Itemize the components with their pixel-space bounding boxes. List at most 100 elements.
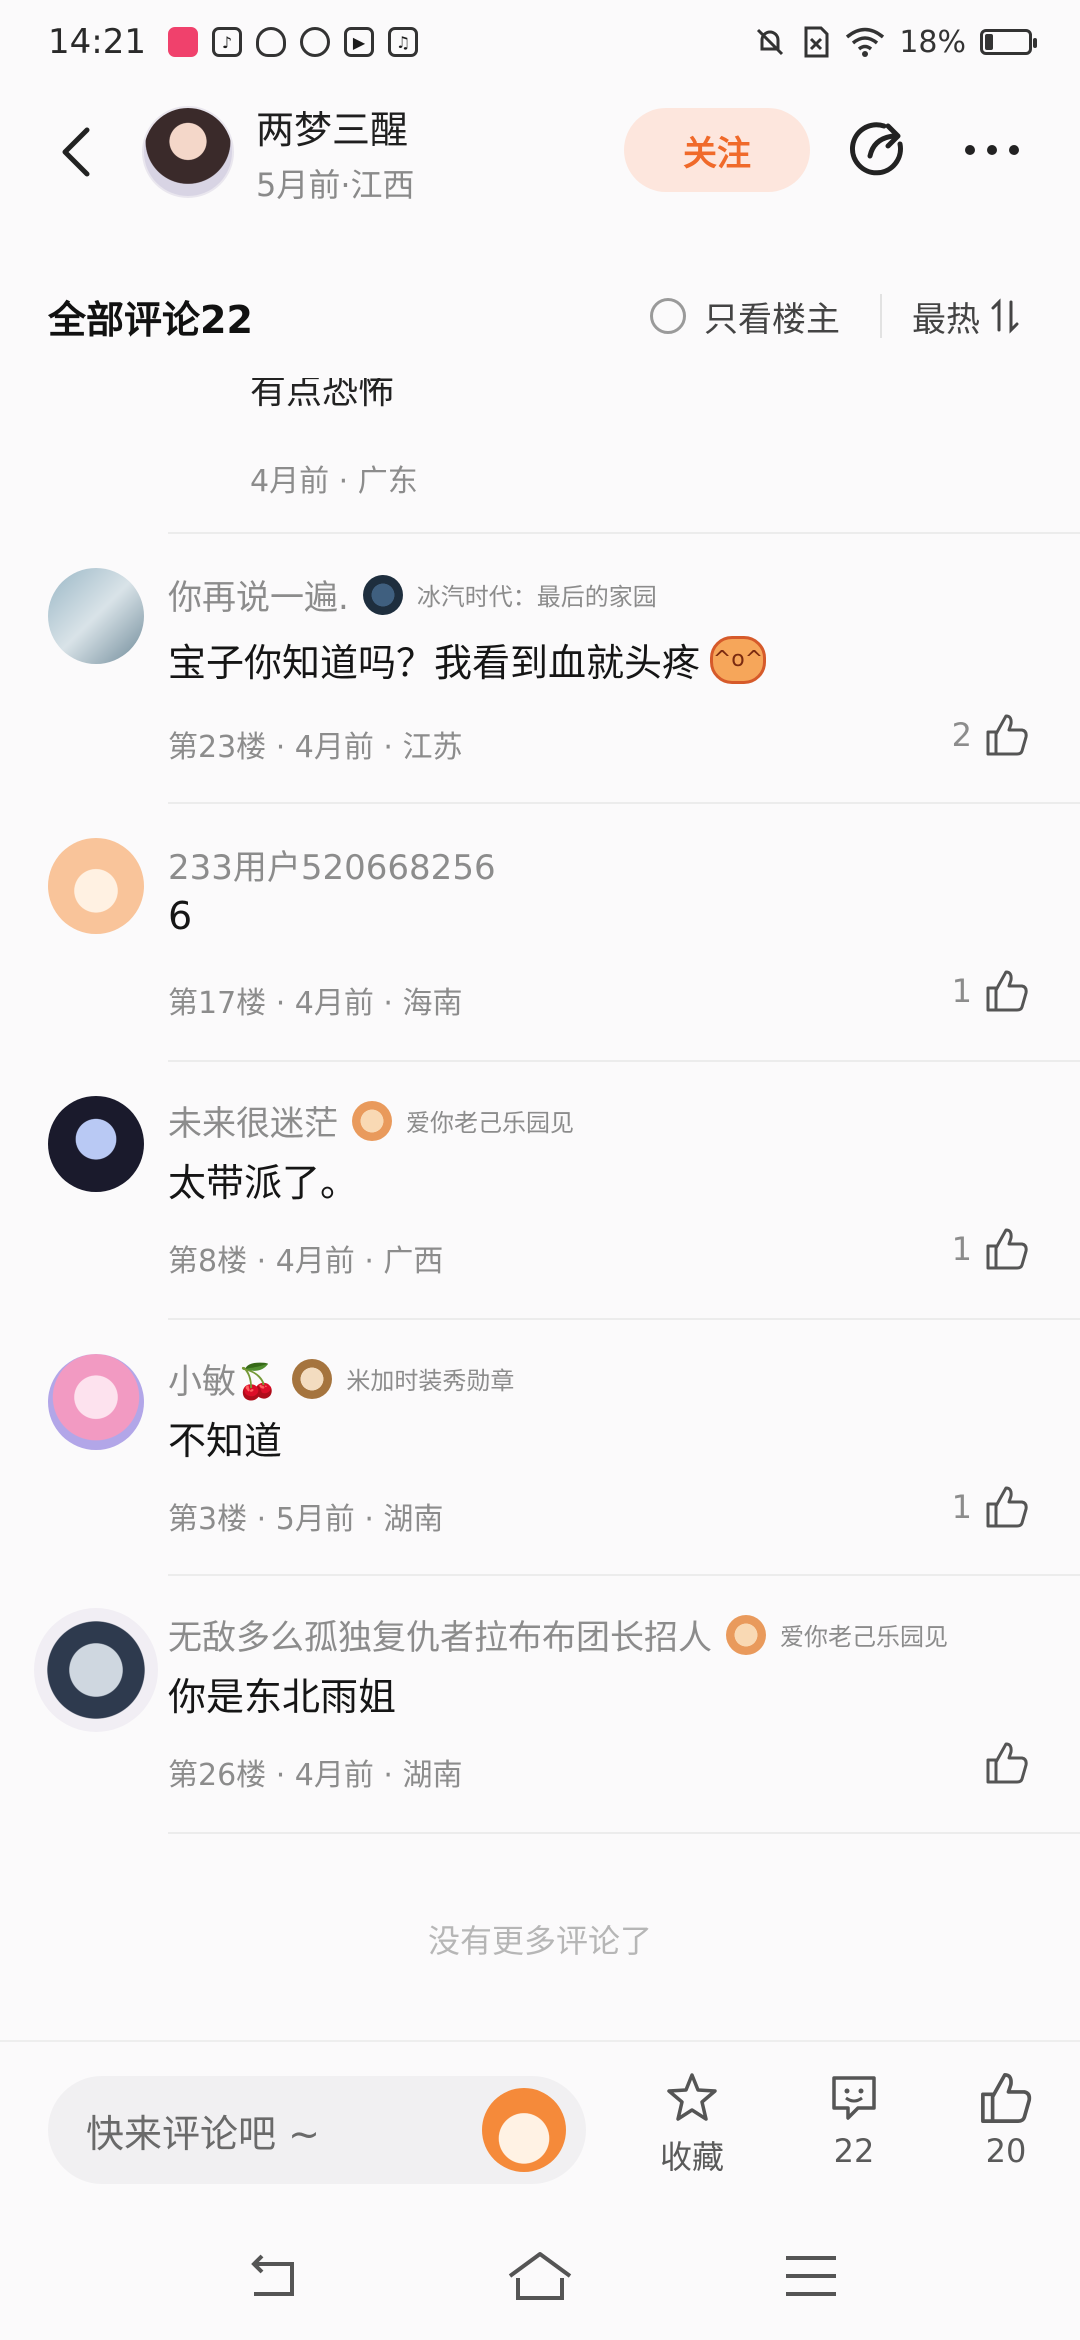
previous-comment-meta: 4月前 · 广东 bbox=[250, 464, 418, 499]
thumbs-up-icon bbox=[986, 970, 1028, 1012]
comment-input[interactable]: 快来评论吧 ~ bbox=[48, 2076, 586, 2184]
comment-text: 宝子你知道吗？我看到血就头疼 bbox=[168, 641, 701, 685]
like-button[interactable]: 1 bbox=[952, 1484, 1030, 1530]
comment-badge: 冰汽时代：最后的家园 bbox=[416, 583, 657, 611]
comment-meta: 第3楼 · 5月前 · 湖南 bbox=[168, 1502, 444, 1537]
like-count: 1 bbox=[951, 1488, 972, 1526]
wifi-icon bbox=[846, 27, 885, 57]
sort-icon bbox=[991, 298, 1019, 334]
like-count: 20 bbox=[985, 2132, 1027, 2170]
link-icon bbox=[299, 27, 330, 57]
music-icon: ♫ bbox=[387, 27, 418, 57]
sort-label: 最热 bbox=[912, 299, 980, 340]
comment-count: 22 bbox=[833, 2132, 875, 2170]
comment-text: 你是东北雨姐 bbox=[168, 1675, 397, 1719]
like-button[interactable]: 1 bbox=[952, 968, 1030, 1014]
divider bbox=[168, 1574, 1080, 1576]
thumbs-up-icon bbox=[986, 714, 1028, 756]
no-more-comments: 没有更多评论了 bbox=[427, 1922, 652, 1960]
comment-username[interactable]: 未来很迷茫 bbox=[168, 1096, 338, 1145]
mascot-emoji-icon[interactable] bbox=[482, 2088, 566, 2172]
system-nav-bar bbox=[0, 2220, 1080, 2340]
qq-icon bbox=[255, 27, 286, 57]
dot bbox=[965, 145, 975, 155]
radio-icon[interactable] bbox=[650, 298, 686, 334]
user-avatar[interactable] bbox=[48, 568, 144, 664]
bottom-action-bar: 快来评论吧 ~ 收藏 22 20 bbox=[0, 2040, 1080, 2220]
author-meta: 5月前·江西 bbox=[256, 165, 415, 204]
author-avatar[interactable] bbox=[142, 106, 234, 198]
user-avatar[interactable] bbox=[34, 1608, 158, 1732]
comments-button[interactable]: 22 bbox=[794, 2070, 914, 2170]
no-sim-icon bbox=[804, 26, 829, 58]
comment-user-row: 233用户520668256 bbox=[168, 840, 496, 889]
favorite-label: 收藏 bbox=[659, 2138, 724, 2176]
previous-comment-text: 有点恐怖 bbox=[250, 378, 395, 412]
star-icon bbox=[667, 2073, 717, 2121]
back-button[interactable] bbox=[42, 117, 112, 187]
status-right: 18% bbox=[753, 24, 1037, 60]
comment-meta: 第23楼 · 4月前 · 江苏 bbox=[168, 730, 463, 765]
kuaishou-icon bbox=[167, 27, 198, 57]
sort-button[interactable]: 最热 bbox=[912, 292, 1020, 341]
comment-username[interactable]: 小敏🍒 bbox=[168, 1354, 278, 1403]
divider bbox=[168, 1832, 1080, 1834]
comment-text-row: 不知道 bbox=[168, 1410, 282, 1465]
comments-header: 全部评论22 只看楼主 最热 bbox=[0, 276, 1080, 356]
comment-text: 6 bbox=[168, 894, 193, 938]
user-avatar[interactable] bbox=[48, 1354, 144, 1450]
comment-badge: 爱你老己乐园见 bbox=[406, 1109, 574, 1137]
nav-back-button[interactable] bbox=[232, 2242, 312, 2312]
comment-badge: 米加时装秀勋章 bbox=[346, 1367, 515, 1395]
comments-title: 全部评论22 bbox=[48, 297, 253, 342]
comment-username[interactable]: 你再说一遍. bbox=[168, 570, 349, 619]
comment-input-placeholder: 快来评论吧 ~ bbox=[86, 2111, 320, 2156]
home-icon bbox=[508, 2252, 572, 2300]
favorite-button[interactable]: 收藏 bbox=[632, 2070, 752, 2178]
comment-badge: 爱你老己乐园见 bbox=[780, 1623, 948, 1651]
only-host-toggle[interactable]: 只看楼主 bbox=[650, 292, 840, 341]
status-bar: 14:21 ♪ ▶ ♫ 18% bbox=[0, 0, 1080, 84]
tiktok-icon: ♪ bbox=[211, 27, 242, 57]
thumbs-up-icon bbox=[986, 1228, 1028, 1270]
comment-user-row: 你再说一遍. 冰汽时代：最后的家园 bbox=[168, 570, 657, 619]
post-header: 两梦三醒 5月前·江西 关注 bbox=[0, 96, 1080, 208]
thumbs-up-icon bbox=[986, 1486, 1028, 1528]
divider bbox=[168, 1318, 1080, 1320]
menu-icon bbox=[786, 2256, 836, 2296]
more-options-button[interactable] bbox=[956, 118, 1028, 182]
like-button[interactable]: 1 bbox=[952, 1226, 1030, 1272]
nav-menu-button[interactable] bbox=[770, 2242, 850, 2312]
share-button[interactable] bbox=[842, 114, 914, 186]
battery-level bbox=[985, 34, 993, 50]
user-avatar[interactable] bbox=[48, 1096, 144, 1192]
thumbs-up-icon bbox=[986, 1742, 1028, 1784]
divider bbox=[168, 1060, 1080, 1062]
like-button[interactable] bbox=[972, 1740, 1030, 1786]
chevron-left-icon bbox=[62, 127, 90, 177]
comment-meta: 第26楼 · 4月前 · 湖南 bbox=[168, 1758, 463, 1793]
author-info[interactable]: 两梦三醒 5月前·江西 bbox=[256, 99, 415, 206]
medal-icon bbox=[352, 1100, 392, 1141]
user-avatar[interactable] bbox=[48, 838, 144, 934]
like-button[interactable]: 2 bbox=[952, 712, 1030, 758]
thumbs-up-icon bbox=[981, 2073, 1032, 2123]
back-arrow-icon bbox=[251, 2254, 294, 2296]
medal-icon bbox=[362, 574, 403, 615]
comment-text-row: 宝子你知道吗？我看到血就头疼 ^o^ bbox=[168, 632, 767, 687]
comment-meta: 第17楼 · 4月前 · 海南 bbox=[168, 986, 463, 1021]
laughing-emoji-icon: ^o^ bbox=[710, 635, 767, 684]
comment-username[interactable]: 233用户520668256 bbox=[168, 840, 496, 889]
follow-button[interactable]: 关注 bbox=[624, 108, 810, 192]
like-post-button[interactable]: 20 bbox=[946, 2070, 1066, 2170]
divider bbox=[168, 802, 1080, 804]
battery-icon bbox=[980, 29, 1037, 55]
medal-icon bbox=[726, 1614, 766, 1655]
video-icon: ▶ bbox=[343, 27, 374, 57]
nav-home-button[interactable] bbox=[500, 2242, 580, 2312]
mute-bell-icon bbox=[757, 28, 784, 56]
comment-username[interactable]: 无敌多么孤独复仇者拉布布团长招人 bbox=[168, 1610, 712, 1659]
like-count: 2 bbox=[951, 716, 972, 754]
author-name[interactable]: 两梦三醒 bbox=[256, 99, 415, 154]
battery-percent: 18% bbox=[899, 24, 966, 60]
